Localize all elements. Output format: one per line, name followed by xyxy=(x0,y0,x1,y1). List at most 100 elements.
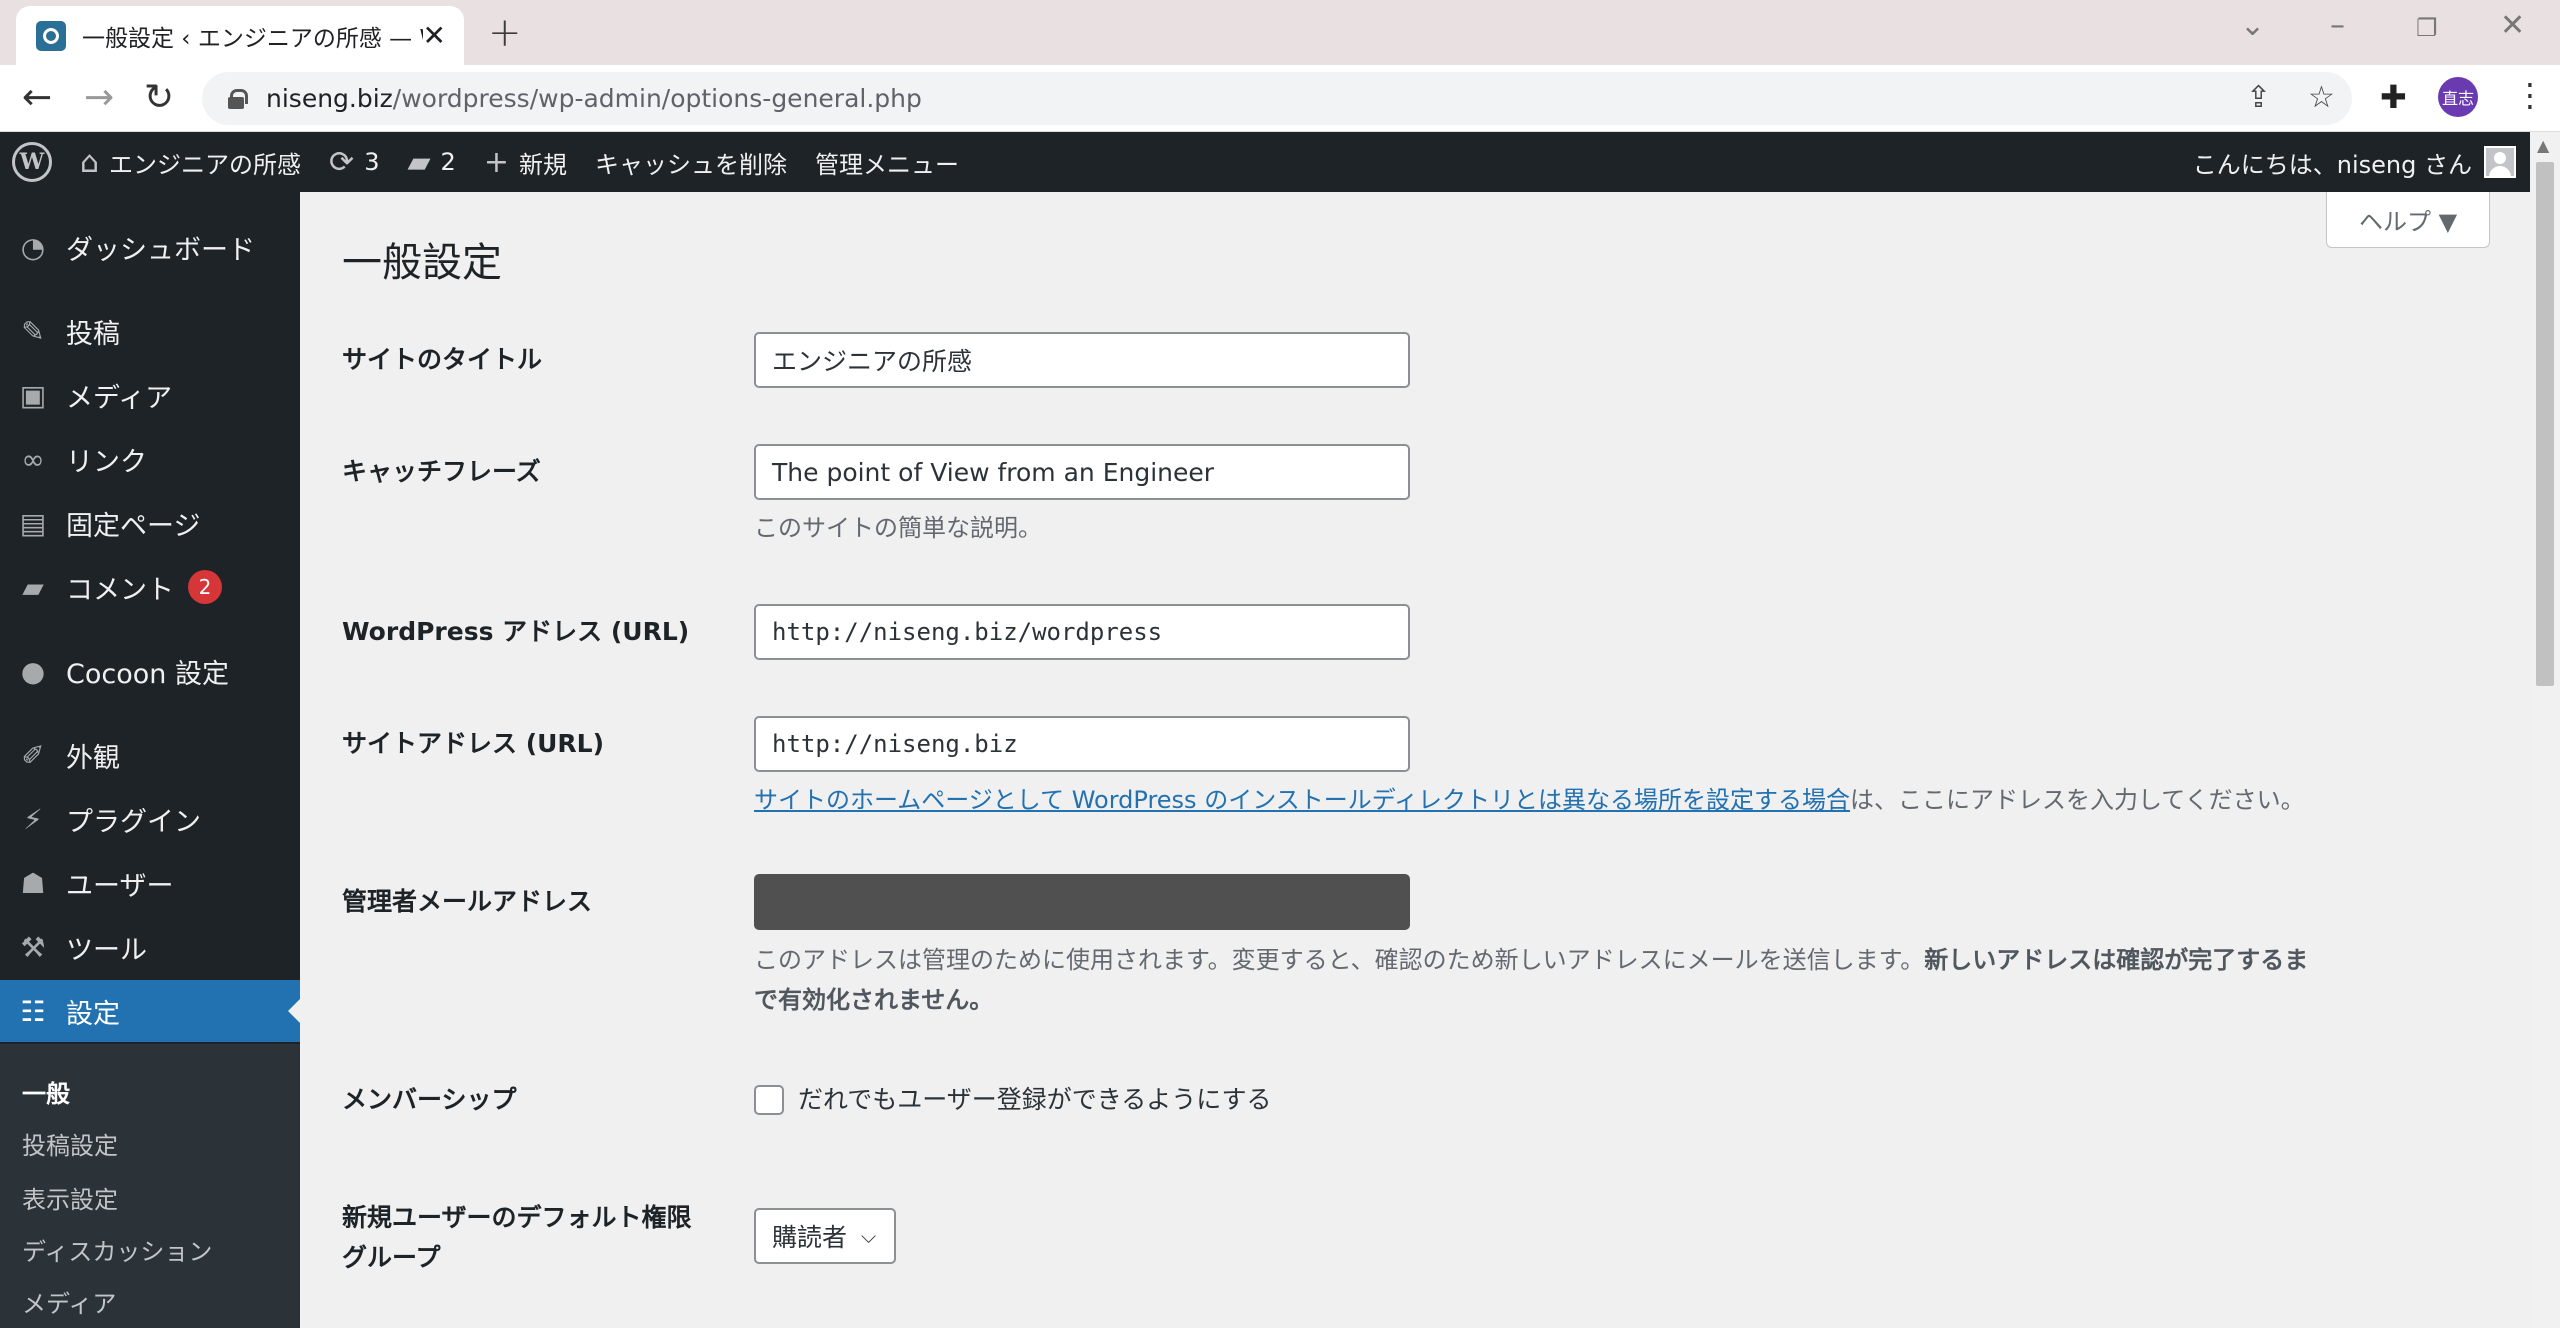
site-title-input[interactable]: エンジニアの所感 xyxy=(754,332,1410,388)
share-icon[interactable]: ⇪ xyxy=(2246,80,2271,115)
updates-icon: ⟳ xyxy=(329,144,355,180)
sidebar-item-links[interactable]: ∞ リンク xyxy=(0,428,300,490)
help-tab-button[interactable]: ヘルプ ▼ xyxy=(2326,192,2490,248)
restore-icon[interactable]: ❐ xyxy=(2416,14,2438,42)
extensions-puzzle-icon[interactable]: ✚ xyxy=(2380,78,2407,116)
minimize-icon[interactable]: – xyxy=(2330,8,2345,43)
submenu-media[interactable]: メディア xyxy=(22,1284,116,1319)
wordpress-favicon-icon xyxy=(36,20,66,51)
wordpress-logo-icon: W xyxy=(12,142,52,182)
close-tab-icon[interactable]: ✕ xyxy=(423,19,446,52)
dashboard-icon: ◔ xyxy=(20,230,46,264)
back-icon[interactable]: ← xyxy=(22,77,52,118)
greeting: こんにちは、niseng さん xyxy=(2192,150,2472,179)
submenu-reading[interactable]: 表示設定 xyxy=(22,1180,118,1215)
sidebar-item-label: ユーザー xyxy=(66,870,174,902)
bookmark-star-icon[interactable]: ☆ xyxy=(2308,80,2335,115)
sidebar-item-media[interactable]: ▣ メディア xyxy=(0,364,300,426)
submenu-writing[interactable]: 投稿設定 xyxy=(22,1126,118,1161)
sidebar-item-tools[interactable]: ⚒ ツール xyxy=(0,916,300,978)
admin-menu-link[interactable]: 管理メニュー xyxy=(801,132,973,192)
sidebar-item-cocoon[interactable]: ● Cocoon 設定 xyxy=(0,640,300,702)
sidebar-item-dashboard[interactable]: ◔ ダッシュボード xyxy=(0,216,300,278)
clear-cache-link[interactable]: キャッシュを削除 xyxy=(581,132,801,192)
wp-logo-menu[interactable]: W xyxy=(0,132,66,192)
active-menu-arrow xyxy=(288,999,300,1023)
new-content-menu[interactable]: + 新規 xyxy=(470,132,581,192)
wp-address-label: WordPress アドレス (URL) xyxy=(342,617,690,646)
sidebar-item-plugins[interactable]: ⚡ プラグイン xyxy=(0,788,300,850)
settings-submenu: 一般 投稿設定 表示設定 ディスカッション メディア xyxy=(0,1044,300,1328)
reload-icon[interactable]: ↻ xyxy=(144,77,174,118)
page-title: 一般設定 xyxy=(342,240,502,286)
sidebar-item-label: リンク xyxy=(66,446,147,478)
scrollbar-thumb[interactable] xyxy=(2536,162,2554,686)
comment-count-badge: 2 xyxy=(188,570,222,604)
lock-icon xyxy=(228,88,248,109)
sidebar-item-users[interactable]: ☗ ユーザー xyxy=(0,852,300,914)
sidebar-item-comments[interactable]: ▰ コメント 2 xyxy=(0,556,300,618)
membership-checkbox-label[interactable]: だれでもユーザー登録ができるようにする xyxy=(798,1080,1272,1116)
new-tab-icon[interactable]: + xyxy=(488,10,522,56)
browser-tab[interactable]: 一般設定 ‹ エンジニアの所感 — WordPress ✕ xyxy=(16,6,464,65)
membership-label: メンバーシップ xyxy=(342,1085,517,1114)
wp-address-input[interactable]: http://niseng.biz/wordpress xyxy=(754,604,1410,660)
membership-checkbox[interactable] xyxy=(754,1085,784,1115)
tab-title: 一般設定 ‹ エンジニアの所感 — WordPress xyxy=(82,25,423,52)
wp-admin-bar: W ⌂ エンジニアの所感 ⟳ 3 ▰ 2 + 新規 キャッシュを削除 管理メニュ… xyxy=(0,132,2530,192)
user-avatar-icon xyxy=(2484,146,2516,178)
sidebar-item-label: ダッシュボード xyxy=(66,234,255,266)
default-role-value: 購読者 xyxy=(772,1223,848,1252)
sidebar-item-label: 固定ページ xyxy=(66,510,201,542)
sidebar-item-settings[interactable]: ☷ 設定 xyxy=(0,980,300,1042)
tab-search-icon[interactable]: ⌄ xyxy=(2240,8,2265,43)
updates-menu[interactable]: ⟳ 3 xyxy=(315,132,393,192)
comments-menu[interactable]: ▰ 2 xyxy=(393,132,469,192)
browser-menu-icon[interactable]: ⋮ xyxy=(2514,76,2546,114)
page-icon: ▤ xyxy=(19,506,47,540)
sidebar-item-label: 外観 xyxy=(66,742,120,774)
address-bar[interactable]: niseng.biz/wordpress/wp-admin/options-ge… xyxy=(202,72,2352,125)
user-icon: ☗ xyxy=(20,866,46,900)
tagline-input[interactable]: The point of View from an Engineer xyxy=(754,444,1410,500)
site-name-menu[interactable]: ⌂ エンジニアの所感 xyxy=(66,132,315,192)
admin-email-input[interactable] xyxy=(754,874,1410,930)
plus-icon: + xyxy=(483,144,509,180)
pin-icon: ✎ xyxy=(21,314,45,348)
site-address-desc-tail: は、ここにアドレスを入力してください。 xyxy=(1850,786,2305,814)
site-address-input[interactable]: http://niseng.biz xyxy=(754,716,1410,772)
home-icon: ⌂ xyxy=(80,144,100,180)
page-scrollbar[interactable]: ▲ xyxy=(2530,132,2560,1328)
tagline-description: このサイトの簡単な説明。 xyxy=(754,514,1042,542)
sidebar-item-pages[interactable]: ▤ 固定ページ xyxy=(0,492,300,554)
plugin-icon: ⚡ xyxy=(23,802,43,836)
browser-tabstrip: 一般設定 ‹ エンジニアの所感 — WordPress ✕ + ⌄ – ❐ ✕ xyxy=(0,0,2560,65)
my-account-menu[interactable]: こんにちは、niseng さん xyxy=(2193,145,2530,180)
comment-icon: ▰ xyxy=(22,570,44,604)
profile-avatar[interactable]: 直志 xyxy=(2438,77,2478,117)
wrench-icon: ⚒ xyxy=(20,930,46,964)
site-address-help-link[interactable]: サイトのホームページとして WordPress のインストールディレクトリとは異… xyxy=(754,786,1850,814)
brush-icon: ✐ xyxy=(21,738,45,772)
settings-content: ヘルプ ▼ 一般設定 サイトのタイトル エンジニアの所感 キャッチフレーズ Th… xyxy=(300,192,2530,1328)
forward-icon[interactable]: → xyxy=(84,77,114,118)
updates-count: 3 xyxy=(364,148,380,176)
scroll-up-icon[interactable]: ▲ xyxy=(2537,136,2549,155)
submenu-discussion[interactable]: ディスカッション xyxy=(22,1232,212,1267)
admin-email-desc-bold-2: で有効化されません。 xyxy=(754,986,994,1014)
site-name: エンジニアの所感 xyxy=(109,150,302,179)
settings-icon: ☷ xyxy=(20,994,46,1028)
sidebar-item-label: メディア xyxy=(66,382,173,414)
sidebar-item-appearance[interactable]: ✐ 外観 xyxy=(0,724,300,786)
site-address-description: サイトのホームページとして WordPress のインストールディレクトリとは異… xyxy=(754,780,2305,820)
admin-email-description: このアドレスは管理のために使用されます。変更すると、確認のため新しいアドレスにメ… xyxy=(754,940,2474,1020)
default-role-select[interactable]: 購読者 ⌵ xyxy=(754,1208,896,1264)
close-window-icon[interactable]: ✕ xyxy=(2500,8,2525,43)
sidebar-item-posts[interactable]: ✎ 投稿 xyxy=(0,300,300,362)
admin-email-label: 管理者メールアドレス xyxy=(342,887,593,916)
tagline-label: キャッチフレーズ xyxy=(342,457,541,486)
sidebar-item-label: ツール xyxy=(66,934,147,966)
site-title-label: サイトのタイトル xyxy=(342,345,543,374)
chevron-down-icon: ⌵ xyxy=(861,1224,877,1248)
submenu-general[interactable]: 一般 xyxy=(22,1074,70,1109)
